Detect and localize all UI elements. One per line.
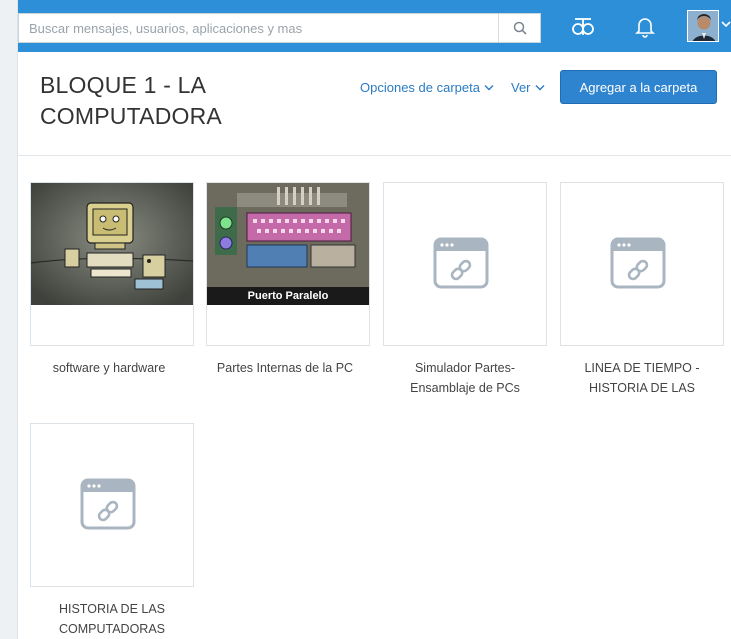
folder-header: BLOQUE 1 - LA COMPUTADORA Opciones de ca… <box>18 52 731 156</box>
bell-icon <box>635 18 655 38</box>
apps-hub-button[interactable] <box>566 10 600 44</box>
page-title: BLOQUE 1 - LA COMPUTADORA <box>40 72 222 129</box>
add-to-folder-button[interactable]: Agregar a la carpeta <box>560 70 717 104</box>
search-box <box>18 13 541 43</box>
thumbnail-caption: Puerto Paralelo <box>247 290 329 302</box>
left-rail <box>0 0 18 639</box>
view-label: Ver <box>511 80 531 95</box>
user-avatar[interactable] <box>687 10 719 42</box>
web-link-icon <box>433 237 489 289</box>
resource-card-software-hardware[interactable] <box>30 182 194 346</box>
search-button[interactable] <box>498 14 540 42</box>
web-link-icon <box>610 237 666 289</box>
resource-card-simulador[interactable] <box>383 182 547 346</box>
chevron-down-icon[interactable] <box>721 20 731 28</box>
search-icon <box>513 21 527 35</box>
chevron-down-icon <box>535 85 545 91</box>
web-link-icon <box>80 478 136 530</box>
avatar-image <box>688 11 718 41</box>
apps-hub-icon <box>572 18 594 35</box>
software-hardware-thumbnail <box>31 183 193 305</box>
folder-options-label: Opciones de carpeta <box>360 80 480 95</box>
resource-card-linea-de-tiempo[interactable] <box>560 182 724 346</box>
resource-card-historia[interactable] <box>30 423 194 587</box>
resource-card-partes-internas[interactable]: Puerto Paralelo <box>206 182 370 346</box>
resource-label[interactable]: software y hardware <box>24 358 194 378</box>
resource-label[interactable]: HISTORIA DE LAS COMPUTADORAS <box>27 599 197 639</box>
resource-label[interactable]: LINEA DE TIEMPO - HISTORIA DE LAS <box>557 358 727 398</box>
search-input[interactable] <box>19 14 498 42</box>
chevron-down-icon <box>484 85 494 91</box>
resource-label[interactable]: Partes Internas de la PC <box>200 358 370 378</box>
view-menu[interactable]: Ver <box>511 80 545 95</box>
notifications-button[interactable] <box>628 10 662 44</box>
folder-options-menu[interactable]: Opciones de carpeta <box>360 80 494 95</box>
resource-label[interactable]: Simulador Partes- Ensamblaje de PCs <box>380 358 550 398</box>
